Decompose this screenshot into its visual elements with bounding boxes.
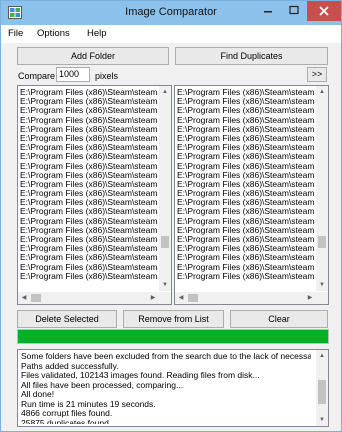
scroll-up-arrow-icon[interactable]: ▲ [316,350,328,362]
scroll-corner [159,292,171,304]
find-duplicates-button[interactable]: Find Duplicates [175,47,328,65]
log-line: 25875 duplicates found. [21,417,112,424]
scroll-right-arrow-icon[interactable]: ▶ [147,292,159,304]
remove-from-list-button[interactable]: Remove from List [123,310,224,328]
left-list-horizontal-scrollbar[interactable]: ◀ ▶ [18,292,159,304]
app-window: Image Comparator File Options Help Add F… [0,0,342,432]
log-vertical-scroll-thumb[interactable] [318,380,326,404]
close-icon [319,6,329,16]
scroll-up-arrow-icon[interactable]: ▲ [316,86,328,98]
scroll-up-arrow-icon[interactable]: ▲ [159,86,171,98]
maximize-button[interactable] [281,1,307,21]
menu-options[interactable]: Options [37,28,70,39]
minimize-icon [264,11,272,13]
left-list-horizontal-scroll-thumb[interactable] [31,294,41,302]
log-output[interactable]: Some folders have been excluded from the… [17,349,329,427]
right-list-items: E:\Program Files (x86)\Steam\steamappsE:… [177,88,315,288]
compare-label: Compare [18,71,56,81]
pixels-unit-label: pixels [95,71,119,81]
right-list-vertical-scroll-thumb[interactable] [318,236,326,249]
menu-help[interactable]: Help [87,28,107,39]
progress-bar [17,329,329,344]
delete-selected-button[interactable]: Delete Selected [17,310,117,328]
close-button[interactable] [307,1,341,21]
right-list-vertical-scrollbar[interactable]: ▲ ▼ [316,86,328,291]
scroll-left-arrow-icon[interactable]: ◀ [175,292,187,304]
menu-bar: File Options Help [1,25,341,43]
scroll-corner [316,292,328,304]
list-item[interactable]: E:\Program Files (x86)\Steam\steamapps [20,271,158,281]
scroll-down-arrow-icon[interactable]: ▼ [316,414,328,426]
list-item[interactable]: E:\Program Files (x86)\Steam\steamapps [177,271,315,281]
scroll-down-arrow-icon[interactable]: ▼ [316,279,328,291]
compare-pixels-input[interactable]: 1000 [56,67,90,82]
right-list-horizontal-scrollbar[interactable]: ◀ ▶ [175,292,316,304]
scroll-right-arrow-icon[interactable]: ▶ [304,292,316,304]
clear-button[interactable]: Clear [230,310,328,328]
left-list-vertical-scroll-thumb[interactable] [161,236,169,249]
left-folder-list[interactable]: E:\Program Files (x86)\Steam\steamappsE:… [17,85,172,305]
menu-file[interactable]: File [8,28,23,39]
progress-fill [18,330,328,343]
right-list-horizontal-scroll-thumb[interactable] [188,294,198,302]
scroll-down-arrow-icon[interactable]: ▼ [159,279,171,291]
expand-button[interactable]: >> [307,67,327,82]
add-folder-button[interactable]: Add Folder [17,47,169,65]
title-bar[interactable]: Image Comparator [1,1,341,25]
log-vertical-scrollbar[interactable]: ▲ ▼ [316,350,328,426]
left-list-vertical-scrollbar[interactable]: ▲ ▼ [159,86,171,291]
right-folder-list[interactable]: E:\Program Files (x86)\Steam\steamappsE:… [174,85,329,305]
left-list-items: E:\Program Files (x86)\Steam\steamappsE:… [20,88,158,288]
log-line: All files have been processed, comparing… [21,379,184,390]
maximize-icon [289,5,299,15]
log-lines: Some folders have been excluded from the… [21,352,311,424]
minimize-button[interactable] [255,1,281,21]
scroll-left-arrow-icon[interactable]: ◀ [18,292,30,304]
